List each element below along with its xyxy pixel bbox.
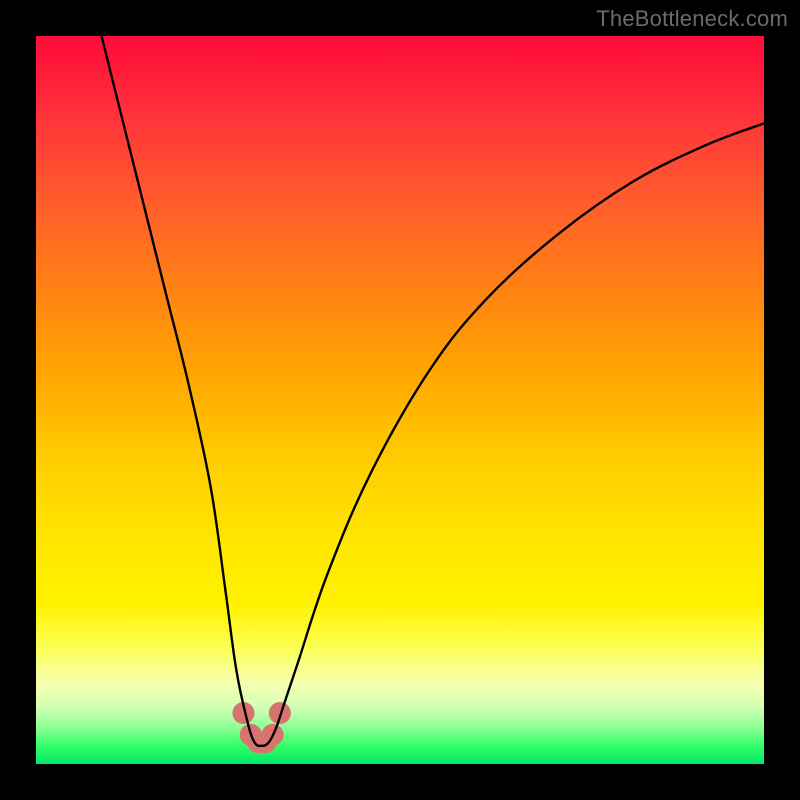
plot-area — [36, 36, 764, 764]
chart-frame: TheBottleneck.com — [0, 0, 800, 800]
chart-svg — [36, 36, 764, 764]
watermark-text: TheBottleneck.com — [596, 6, 788, 32]
bottleneck-curve — [102, 36, 764, 746]
